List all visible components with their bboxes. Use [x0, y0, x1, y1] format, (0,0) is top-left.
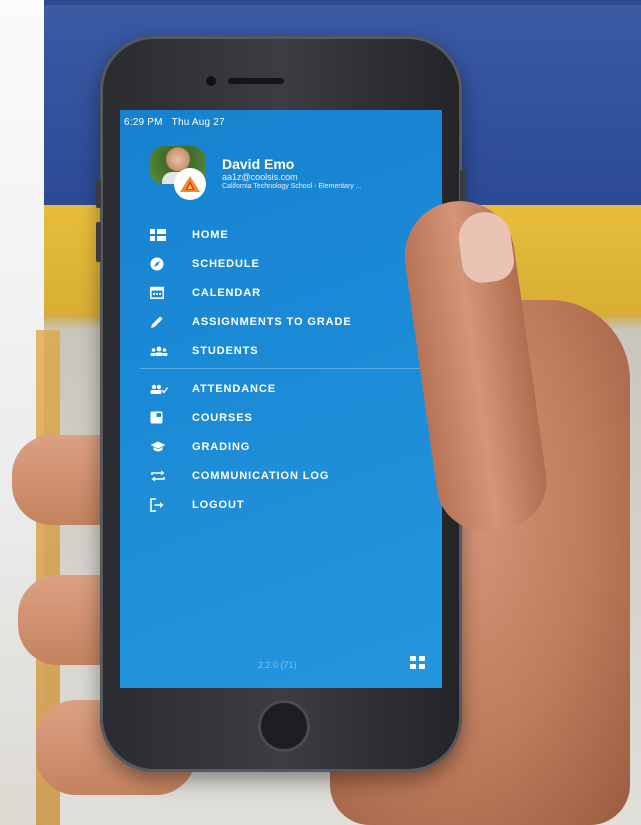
volume-button [96, 180, 101, 208]
school-logo-icon [174, 168, 206, 200]
menu-item-communication-log[interactable]: COMMUNICATION LOG [150, 461, 442, 490]
menu-item-schedule[interactable]: SCHEDULE [150, 249, 442, 278]
compass-icon [150, 256, 174, 272]
menu-item-label: COMMUNICATION LOG [192, 469, 330, 482]
menu-item-label: HOME [192, 228, 229, 241]
app-version: 2.2.0 (71) [258, 660, 297, 670]
status-bar: 6:29 PM Thu Aug 27 [124, 117, 225, 128]
home-list-icon [150, 227, 174, 243]
volume-button [96, 222, 101, 262]
group-icon [150, 343, 174, 359]
app-screen: 6:29 PM Thu Aug 27 David Emo aa1z@coolsi… [120, 110, 442, 688]
menu-item-label: COURSES [192, 411, 253, 424]
menu-item-grading[interactable]: GRADING [150, 432, 442, 461]
menu-item-logout[interactable]: LOGOUT [150, 490, 442, 519]
profile-school: California Technology School - Elementar… [222, 183, 362, 190]
book-icon [150, 410, 174, 426]
graduation-cap-icon [150, 439, 174, 455]
menu-item-home[interactable]: HOME [150, 220, 442, 249]
menu-item-label: ASSIGNMENTS TO GRADE [192, 315, 352, 328]
menu-item-label: CALENDAR [192, 286, 261, 299]
menu-item-label: GRADING [192, 440, 251, 453]
profile-name: David Emo [222, 156, 295, 172]
grid-icon[interactable] [410, 656, 426, 670]
menu-item-label: SCHEDULE [192, 257, 260, 270]
menu-item-students[interactable]: STUDENTS [150, 336, 442, 365]
logout-icon [150, 497, 174, 513]
menu-item-label: LOGOUT [192, 498, 245, 511]
earpiece-speaker [228, 78, 284, 84]
pencil-icon [150, 314, 174, 330]
menu-divider [140, 368, 440, 369]
status-time: 6:29 PM [124, 117, 163, 128]
profile-avatar[interactable] [150, 146, 206, 202]
menu-item-label: ATTENDANCE [192, 382, 276, 395]
calendar-icon [150, 285, 174, 301]
menu-item-courses[interactable]: COURSES [150, 403, 442, 432]
home-button[interactable] [258, 700, 310, 752]
status-date: Thu Aug 27 [171, 117, 225, 128]
navigation-menu: HOME SCHEDULE CALENDAR ASSIGNMENTS TO GR… [140, 220, 442, 519]
menu-item-assignments-to-grade[interactable]: ASSIGNMENTS TO GRADE [150, 307, 442, 336]
menu-item-calendar[interactable]: CALENDAR [150, 278, 442, 307]
front-camera [206, 76, 216, 86]
profile-email: aa1z@coolsis.com [222, 172, 298, 182]
attendance-icon [150, 381, 174, 397]
menu-item-attendance[interactable]: ATTENDANCE [150, 374, 442, 403]
menu-item-label: STUDENTS [192, 344, 259, 357]
repeat-icon [150, 468, 174, 484]
